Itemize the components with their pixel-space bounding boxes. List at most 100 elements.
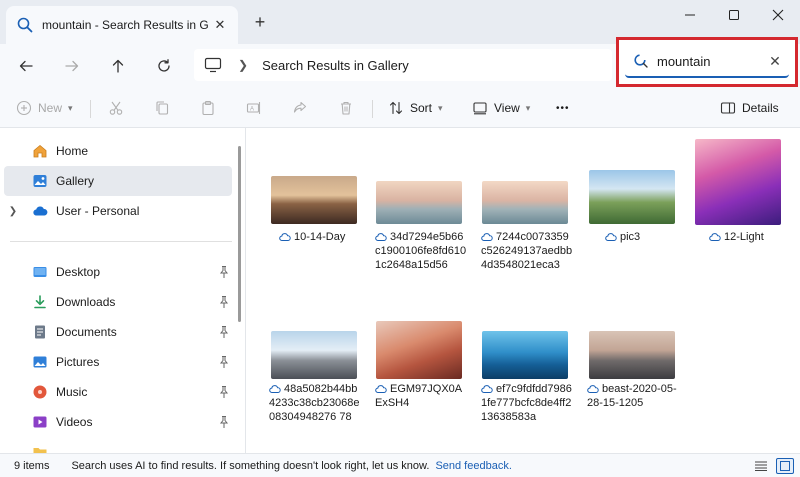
window-tab[interactable]: mountain - Search Results in G ✕ [6,6,238,44]
tab-title: mountain - Search Results in G [42,18,209,32]
new-button[interactable]: New ▾ [16,96,73,120]
copy-button[interactable] [154,96,170,120]
file-thumbnail[interactable] [589,170,675,224]
cloud-icon [481,233,493,241]
file-thumbnail[interactable] [271,331,357,379]
file-thumbnail[interactable] [589,331,675,379]
pin-icon[interactable] [218,295,230,309]
sidebar-item-label: Home [56,144,89,158]
file-name[interactable]: 7244c0073359c526249137aedbb4d3548021eca3 [481,230,573,272]
file-thumbnail[interactable] [376,181,462,224]
file-label: 10-14-Day [294,231,346,243]
sort-button[interactable]: Sort ▾ [388,96,443,120]
file-name[interactable]: 34d7294e5b66c1900106fe8fd6101c2648a15d56 [375,230,467,272]
details-button[interactable]: Details [720,96,779,120]
sidebar-item-label: User - Personal [56,204,140,218]
address-bar[interactable]: ❯ Search Results in Gallery [194,49,612,81]
close-tab-icon[interactable]: ✕ [212,17,228,33]
forward-button[interactable] [58,52,86,80]
file-thumbnail[interactable] [482,331,568,379]
breadcrumb[interactable]: Search Results in Gallery [262,58,409,73]
toolbar-divider [90,100,91,118]
toolbar-divider [372,100,373,118]
more-options-button[interactable]: ••• [556,96,570,120]
file-name[interactable]: 12-Light [709,230,789,244]
file-name[interactable]: ef7c9fdfdd79861fe777bcfc8de4ff213638583a [481,382,573,424]
file-name[interactable]: beast-2020-05-28-15-1205 [587,382,679,410]
file-name[interactable]: pic3 [605,230,685,244]
search-box[interactable]: ✕ [625,46,789,78]
sidebar-item-gallery[interactable]: Gallery [4,166,232,196]
pin-icon[interactable] [218,265,230,279]
minimize-button[interactable] [672,4,708,26]
maximize-button[interactable] [716,4,752,26]
file-thumbnail[interactable] [482,181,568,224]
file-name[interactable]: 10-14-Day [279,230,359,244]
sidebar-item-desktop[interactable]: Desktop [4,257,232,287]
file-label: 12-Light [724,231,764,243]
file-thumbnail[interactable] [695,139,781,225]
minimize-icon [685,14,695,16]
sidebar-item-music[interactable]: Music [4,377,232,407]
details-label: Details [742,101,779,115]
downloads-icon [34,295,46,309]
thumbnail-view-button[interactable] [776,458,794,474]
chevron-right-icon[interactable]: ❯ [4,206,22,217]
paste-button[interactable] [200,96,216,120]
chevron-right-icon[interactable]: ❯ [238,58,248,72]
send-feedback-link[interactable]: Send feedback. [435,460,511,472]
file-name[interactable]: 48a5082b44bb4233c38cb23068e08304948276 7… [269,382,363,424]
sidebar-item-documents[interactable]: Documents [4,317,232,347]
sidebar-item-label: Music [56,385,88,399]
sort-label: Sort [410,101,433,115]
maximize-icon [729,10,739,20]
cloud-icon [605,233,617,241]
tiles-view-icon [780,461,790,471]
search-input[interactable] [657,53,757,69]
new-tab-button[interactable]: + [250,12,270,32]
cloud-icon [375,385,387,393]
sidebar-item-user-personal[interactable]: ❯ User - Personal [4,196,232,226]
new-label: New [38,101,63,115]
home-icon [33,144,47,158]
up-button[interactable] [104,52,132,80]
delete-button[interactable] [338,96,354,120]
file-thumbnail[interactable] [271,176,357,224]
pin-icon[interactable] [218,355,230,369]
pin-icon[interactable] [218,385,230,399]
share-button[interactable] [292,96,308,120]
sidebar-item-videos[interactable]: Videos [4,407,232,437]
sidebar-item-home[interactable]: Home [4,136,232,166]
rename-button[interactable]: A [246,96,262,120]
chevron-down-icon: ▾ [438,102,443,113]
clear-search-icon[interactable]: ✕ [767,53,783,70]
pictures-icon [33,356,47,368]
sidebar-scrollbar[interactable] [238,146,241,322]
details-view-button[interactable] [752,458,770,474]
pin-icon[interactable] [218,325,230,339]
back-button[interactable] [12,52,40,80]
sidebar-item-pictures[interactable]: Pictures [4,347,232,377]
sidebar-item-partial[interactable] [4,437,232,453]
status-bar: 9 items Search uses AI to find results. … [0,453,800,477]
refresh-button[interactable] [150,52,178,80]
arrow-right-icon [65,60,79,72]
file-thumbnail[interactable] [376,321,462,379]
cut-button[interactable] [108,96,124,120]
search-icon [17,17,33,33]
item-count: 9 items [14,459,50,472]
close-window-button[interactable] [760,4,796,26]
navigation-pane: Home Gallery ❯ User - Personal Desktop D… [0,128,246,453]
pin-icon[interactable] [218,415,230,429]
sidebar-item-downloads[interactable]: Downloads [4,287,232,317]
view-label: View [494,101,520,115]
documents-icon [35,325,45,339]
view-button[interactable]: View ▾ [472,96,530,120]
list-view-icon [755,461,767,471]
file-name[interactable]: EGM97JQX0AExSH4 [375,382,467,410]
svg-text:A: A [250,107,254,113]
cloud-icon [709,233,721,241]
gallery-icon [33,175,47,187]
search-progress-icon [634,54,648,68]
sort-icon [389,101,403,115]
